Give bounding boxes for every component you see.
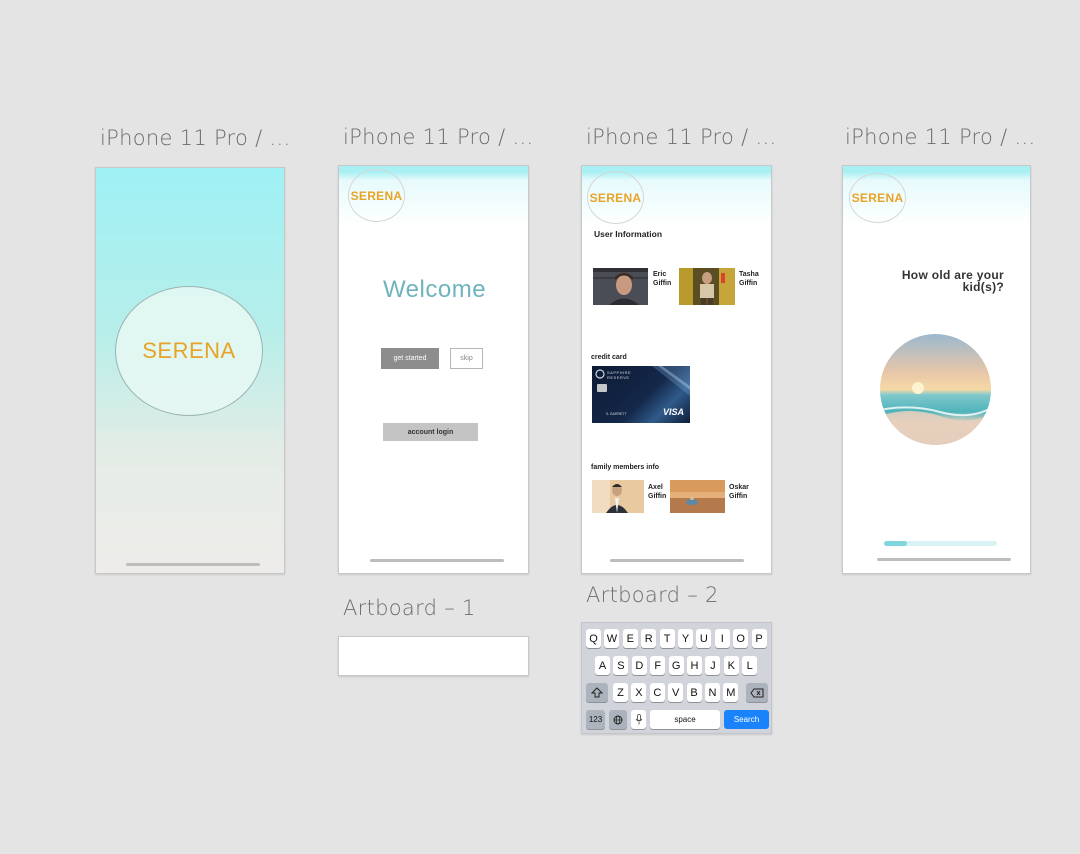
person-photo-icon xyxy=(592,480,644,513)
key-i[interactable]: I xyxy=(714,629,730,648)
key-u[interactable]: U xyxy=(696,629,712,648)
welcome-heading: Welcome xyxy=(382,276,487,303)
skip-button[interactable]: skip xyxy=(450,348,483,369)
space-key[interactable]: space xyxy=(650,710,720,729)
key-h[interactable]: H xyxy=(687,656,702,675)
artboard-1-title[interactable]: Artboard – 1 xyxy=(343,596,476,620)
splash-logo-circle: SERENA xyxy=(115,286,263,416)
user-info-screen[interactable]: SERENA User Information Eric Giffin Tash… xyxy=(581,165,772,574)
person-photo-icon xyxy=(679,268,735,305)
key-b[interactable]: B xyxy=(686,683,702,702)
shift-key[interactable] xyxy=(586,683,608,702)
search-key[interactable]: Search xyxy=(724,710,769,729)
user-photo[interactable] xyxy=(679,268,735,305)
home-indicator xyxy=(370,559,504,562)
key-o[interactable]: O xyxy=(733,629,749,648)
key-v[interactable]: V xyxy=(668,683,684,702)
logo-badge[interactable]: SERENA xyxy=(587,171,644,224)
beach-photo-icon xyxy=(670,480,725,513)
key-j[interactable]: J xyxy=(705,656,721,675)
key-a[interactable]: A xyxy=(595,656,610,675)
credit-card-label: credit card xyxy=(591,354,627,361)
keyboard[interactable]: QWERTYUIOP ASDFGHJKL ZXCVBNM 123 space S… xyxy=(581,622,772,734)
microphone-icon xyxy=(635,714,642,725)
logo-text: SERENA xyxy=(851,191,904,205)
logo-badge[interactable]: SERENA xyxy=(849,173,906,223)
card-holder: S. BARRETT xyxy=(606,412,627,416)
shift-icon xyxy=(591,687,603,698)
key-e[interactable]: E xyxy=(622,629,638,648)
person-photo-icon xyxy=(593,268,648,305)
family-photo[interactable] xyxy=(670,480,725,513)
artboard-title-user-info[interactable]: iPhone 11 Pro / ... xyxy=(586,125,776,149)
visa-logo: VISA xyxy=(663,407,685,417)
artboard-title-kids[interactable]: iPhone 11 Pro / ... xyxy=(845,125,1035,149)
card-bank: SAPPHIRE RESERVE xyxy=(607,370,632,380)
home-indicator xyxy=(126,563,260,566)
artboard-2-title[interactable]: Artboard – 2 xyxy=(586,583,719,607)
family-photo[interactable] xyxy=(592,480,644,513)
key-l[interactable]: L xyxy=(742,656,758,675)
microphone-key[interactable] xyxy=(631,710,646,729)
key-m[interactable]: M xyxy=(723,683,739,702)
key-s[interactable]: S xyxy=(613,656,629,675)
artboard-title-splash[interactable]: iPhone 11 Pro / ... xyxy=(100,126,290,150)
home-indicator xyxy=(877,558,1011,561)
family-label: family members info xyxy=(591,464,660,471)
numbers-key[interactable]: 123 xyxy=(586,710,605,729)
user-photo[interactable] xyxy=(593,268,648,305)
artboard-title-welcome[interactable]: iPhone 11 Pro / ... xyxy=(343,125,533,149)
key-f[interactable]: F xyxy=(650,656,666,675)
user-name: Tasha Giffin xyxy=(739,271,759,287)
credit-card[interactable]: SAPPHIRE RESERVE S. BARRETT VISA xyxy=(592,366,690,423)
logo-text: SERENA xyxy=(350,188,403,203)
key-t[interactable]: T xyxy=(659,629,675,648)
logo-badge[interactable]: SERENA xyxy=(348,169,405,222)
globe-icon xyxy=(613,715,623,724)
key-y[interactable]: Y xyxy=(678,629,693,648)
sunset-icon xyxy=(880,334,991,445)
key-x[interactable]: X xyxy=(631,683,647,702)
kids-question: How old are your kid(s)? xyxy=(901,268,1004,294)
key-q[interactable]: Q xyxy=(586,629,601,648)
key-w[interactable]: W xyxy=(604,629,620,648)
artboard-1[interactable] xyxy=(338,636,529,676)
key-g[interactable]: G xyxy=(668,656,684,675)
account-login-button[interactable]: account login xyxy=(383,423,478,441)
progress-fill xyxy=(884,541,907,546)
home-indicator xyxy=(610,559,744,562)
welcome-screen[interactable]: SERENA Welcome get started skip account … xyxy=(338,165,529,574)
backspace-key[interactable] xyxy=(746,683,768,702)
splash-screen[interactable]: SERENA xyxy=(95,167,285,574)
user-name: Eric Giffin xyxy=(653,271,672,287)
kids-age-screen[interactable]: SERENA How old are your kid(s)? xyxy=(842,165,1031,574)
key-c[interactable]: C xyxy=(649,683,665,702)
backspace-icon xyxy=(750,688,764,697)
logo-text: SERENA xyxy=(589,190,642,205)
progress-bar xyxy=(884,541,997,546)
get-started-button[interactable]: get started xyxy=(381,348,439,369)
beach-sunset-image xyxy=(880,334,991,445)
family-name: Oskar Giffin xyxy=(729,484,749,500)
key-r[interactable]: R xyxy=(641,629,657,648)
key-p[interactable]: P xyxy=(751,629,767,648)
user-info-heading: User Information xyxy=(594,229,663,239)
key-d[interactable]: D xyxy=(631,656,647,675)
family-name: Axel Giffin xyxy=(648,484,667,500)
key-k[interactable]: K xyxy=(723,656,739,675)
splash-logo-text: SERENA xyxy=(142,338,236,363)
key-n[interactable]: N xyxy=(705,683,720,702)
globe-key[interactable] xyxy=(609,710,627,729)
key-z[interactable]: Z xyxy=(613,683,628,702)
